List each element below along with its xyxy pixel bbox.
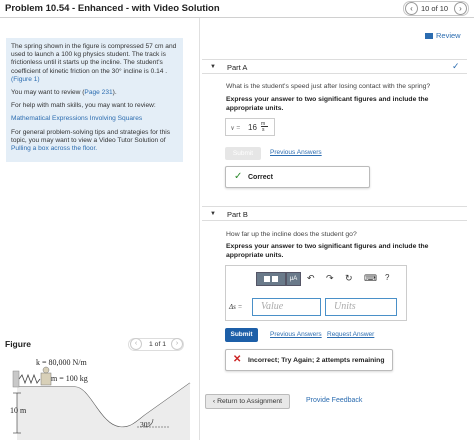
review-suffix: ). [112, 89, 117, 97]
part-a-value: 16 [248, 123, 257, 132]
prev-problem-button[interactable]: ‹ [405, 2, 418, 15]
units-button[interactable]: μA [286, 272, 301, 286]
reset-icon[interactable]: ↻ [345, 273, 353, 284]
collapse-icon: ▼ [210, 64, 216, 70]
part-a-submit-button: Submit [225, 147, 261, 160]
problem-text: The spring shown in the figure is compre… [11, 43, 177, 75]
part-a-label: Part A [227, 63, 248, 72]
part-b-feedback: ✕ Incorrect; Try Again; 2 attempts remai… [225, 349, 393, 371]
correct-check-icon: ✓ [234, 171, 243, 182]
value-input[interactable]: Value [252, 298, 321, 316]
problem-pager-text: 10 of 10 [421, 4, 449, 13]
figure-link[interactable]: (Figure 1) [11, 76, 40, 83]
templates-button[interactable] [256, 272, 286, 286]
header-divider [0, 17, 474, 18]
next-problem-button[interactable]: › [454, 2, 467, 15]
return-to-assignment-button[interactable]: ‹ Return to Assignment [205, 394, 290, 409]
student [40, 372, 52, 386]
math-help-link[interactable]: Mathematical Expressions Involving Squar… [11, 115, 178, 123]
part-a-question: What is the student's speed just after l… [226, 83, 431, 90]
height-label: 10 m [10, 406, 27, 415]
problem-statement: The spring shown in the figure is compre… [6, 38, 183, 162]
part-b-submit-button[interactable]: Submit [225, 328, 258, 342]
redo-icon[interactable]: ↷ [326, 273, 334, 284]
figure-pager-text: 1 of 1 [149, 341, 167, 348]
part-a-feedback: ✓ Correct [225, 166, 370, 188]
collapse-icon: ▼ [210, 211, 216, 217]
undo-icon[interactable]: ↶ [307, 273, 315, 284]
request-answer-link[interactable]: Request Answer [327, 331, 374, 338]
next-figure-button[interactable]: › [171, 338, 183, 350]
part-b-variable: Δs = [229, 303, 243, 311]
review-page-link[interactable]: Page 231 [84, 89, 112, 96]
part-b-previous-answers-link[interactable]: Previous Answers [270, 331, 322, 338]
part-b-label: Part B [227, 210, 248, 219]
spring [18, 373, 41, 385]
part-a-previous-answers-link[interactable]: Previous Answers [270, 149, 322, 156]
angle-label: 30° [140, 420, 151, 429]
part-a-instruction: Express your answer to two significant f… [226, 96, 429, 112]
part-b-header[interactable]: ▼ Part B [202, 206, 467, 221]
figure-title: Figure [5, 339, 31, 349]
incorrect-text: Incorrect; Try Again; 2 attempts remaini… [248, 357, 385, 364]
spring-constant-label: k = 80,000 N/m [36, 358, 88, 367]
figure-diagram: k = 80,000 N/m m = 100 kg 10 m 30° [10, 358, 191, 440]
part-b-question: How far up the incline does the student … [226, 231, 357, 238]
incorrect-x-icon: ✕ [233, 354, 242, 365]
panel-divider [199, 18, 200, 440]
mass-label: m = 100 kg [51, 374, 88, 383]
prev-figure-button[interactable]: ‹ [130, 338, 142, 350]
provide-feedback-link[interactable]: Provide Feedback [306, 397, 362, 404]
review-icon [425, 33, 433, 40]
part-a-header[interactable]: ▼ Part A ✓ [202, 59, 467, 74]
keyboard-icon[interactable]: ⌨ [364, 273, 377, 284]
review-link[interactable]: Review [425, 31, 461, 40]
math-help-text: For help with math skills, you may want … [11, 102, 156, 110]
terrain-fill [17, 383, 190, 440]
page-title: Problem 10.54 - Enhanced - with Video So… [5, 3, 220, 14]
correct-text: Correct [248, 174, 273, 181]
wall [12, 370, 20, 388]
part-a-answer-box: v = 16 m s [225, 118, 275, 136]
review-label: Review [436, 31, 461, 40]
part-a-unit-den: s [262, 127, 265, 133]
review-prefix: You may want to review ( [11, 89, 85, 97]
video-tutor-link[interactable]: Pulling a box across the floor. [11, 145, 97, 152]
student-head [42, 366, 50, 374]
part-a-complete-icon: ✓ [452, 61, 460, 71]
units-input[interactable]: Units [325, 298, 397, 316]
strategy-text: For general problem-solving tips and str… [11, 128, 171, 144]
part-a-variable: v = [231, 124, 241, 132]
part-b-instruction: Express your answer to two significant f… [226, 243, 429, 259]
help-icon[interactable]: ? [385, 273, 389, 282]
